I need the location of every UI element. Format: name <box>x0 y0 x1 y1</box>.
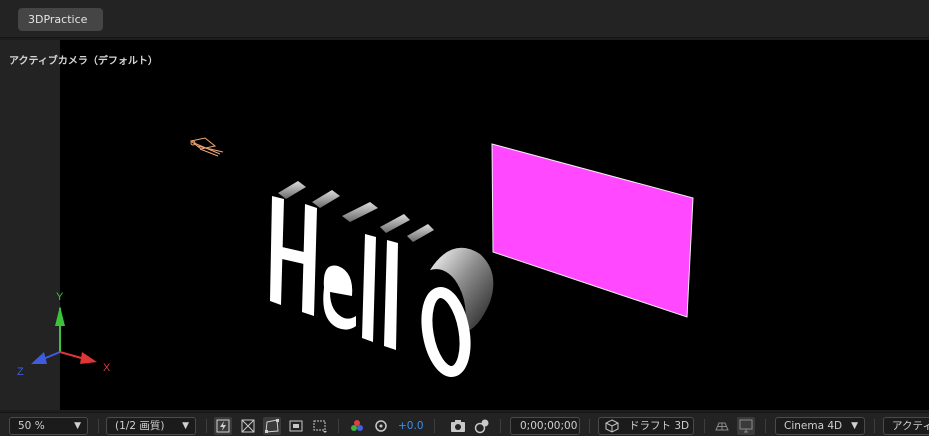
light-icon[interactable] <box>189 137 224 157</box>
separator <box>589 419 590 433</box>
axis-gizmo <box>31 306 97 364</box>
axis-x-label: X <box>103 362 111 374</box>
separator <box>98 419 99 433</box>
scene-canvas: Y X Z <box>17 137 694 378</box>
draft-3d-label: ドラフト 3D <box>629 420 690 432</box>
region-of-interest-icon[interactable] <box>287 417 305 435</box>
timecode-value: 0;00;00;00 <box>520 420 578 432</box>
channel-rgb-icon[interactable] <box>348 417 366 435</box>
separator <box>500 419 501 433</box>
fast-previews-icon[interactable] <box>214 417 232 435</box>
mask-path-icon[interactable] <box>263 417 281 435</box>
separator <box>338 419 339 433</box>
separator <box>434 419 435 433</box>
extended-viewer-icon[interactable] <box>737 417 755 435</box>
magnification-dropdown[interactable]: 50 % ▼ <box>9 417 88 435</box>
guides-grid-icon[interactable] <box>311 417 329 435</box>
renderer-dropdown[interactable]: Cinema 4D ▼ <box>775 417 865 435</box>
separator <box>206 419 207 433</box>
composition-tab[interactable]: 3DPractice <box>18 8 103 31</box>
separator <box>765 419 766 433</box>
draft-3d-toggle[interactable]: ドラフト 3D <box>598 417 694 435</box>
chevron-down-icon: ▼ <box>74 421 81 431</box>
show-snapshot-icon[interactable] <box>473 417 491 435</box>
separator <box>874 419 875 433</box>
cube-icon <box>605 419 619 433</box>
resolution-dropdown[interactable]: (1/2 画質) ▼ <box>106 417 196 435</box>
transparency-grid-icon[interactable] <box>239 417 257 435</box>
separator <box>704 419 705 433</box>
resolution-value: (1/2 画質) <box>115 420 165 432</box>
chevron-down-icon: ▼ <box>851 421 858 431</box>
chevron-down-icon: ▼ <box>182 421 189 431</box>
hello-3d-text[interactable] <box>270 181 494 378</box>
reset-exposure-icon[interactable] <box>372 417 390 435</box>
viewer-toolbar: 50 % ▼ (1/2 画質) ▼ +0.0 0;00;00;00 ドラフト 3… <box>0 412 929 436</box>
3d-ground-plane-icon[interactable] <box>713 417 731 435</box>
view-dropdown[interactable]: アクティブ <box>883 417 929 435</box>
view-value: アクティブ <box>892 420 929 432</box>
solid-layer[interactable] <box>491 143 694 318</box>
axis-y-label: Y <box>56 291 64 303</box>
viewer-tab-bar: 3DPractice <box>0 0 929 38</box>
axis-z-label: Z <box>17 366 24 378</box>
exposure-value[interactable]: +0.0 <box>398 417 424 435</box>
current-time-field[interactable]: 0;00;00;00 <box>510 417 580 435</box>
renderer-value: Cinema 4D <box>784 420 843 432</box>
magnification-value: 50 % <box>18 420 45 432</box>
camera-snapshot-icon[interactable] <box>449 417 467 435</box>
